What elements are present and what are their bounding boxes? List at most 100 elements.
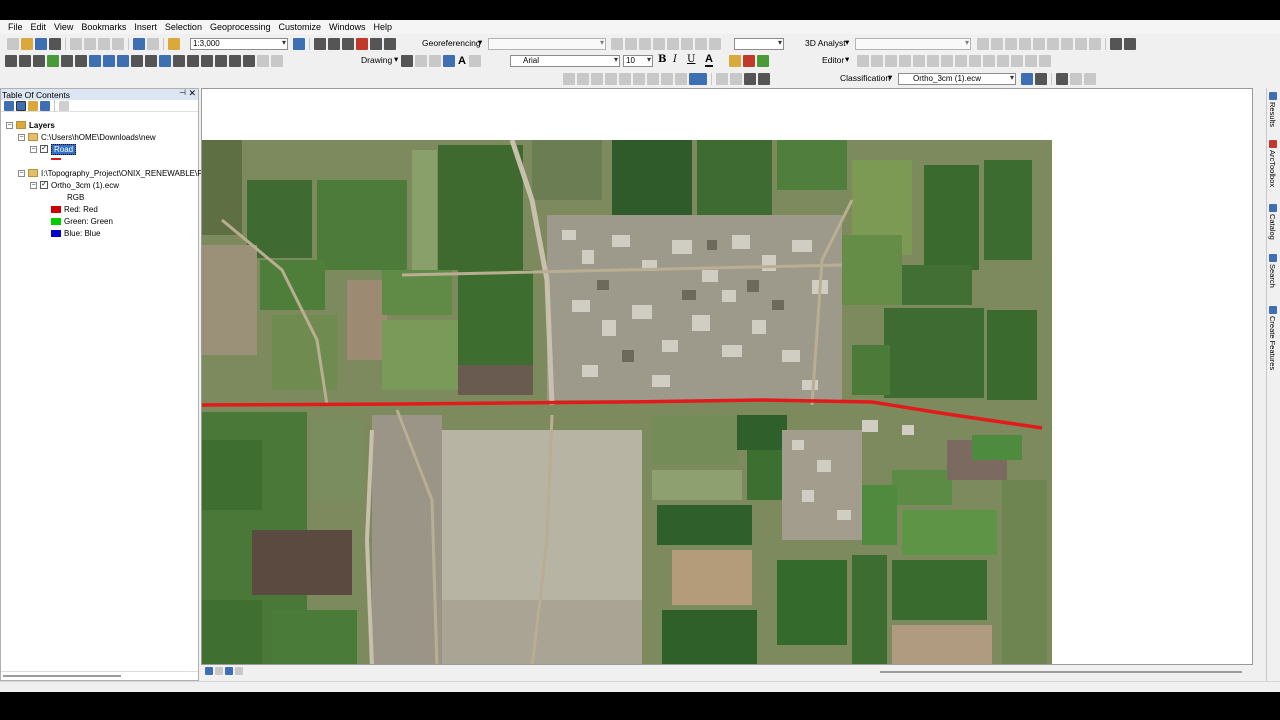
- contour-icon[interactable]: [1033, 38, 1045, 50]
- georeferencing-menu[interactable]: Georeferencing: [422, 38, 481, 48]
- red-band-swatch[interactable]: [51, 205, 61, 213]
- 3d-analyst-dropdown-icon[interactable]: ▾: [845, 37, 849, 48]
- collapse-icon[interactable]: −: [6, 121, 13, 129]
- sketch-properties-icon[interactable]: [1025, 55, 1037, 67]
- menu-customize[interactable]: Customize: [275, 22, 326, 32]
- menu-insert[interactable]: Insert: [130, 22, 161, 32]
- clear-selection-icon[interactable]: [131, 55, 143, 67]
- menu-geoprocessing[interactable]: Geoprocessing: [206, 22, 275, 32]
- select-elements-arrow-icon[interactable]: [145, 55, 157, 67]
- distribute-vertically-icon[interactable]: [661, 73, 673, 85]
- marker-color-icon[interactable]: [757, 55, 769, 67]
- layout-view-icon[interactable]: [215, 667, 223, 675]
- add-data-icon[interactable]: [168, 38, 180, 50]
- edit-vertices-tool-icon[interactable]: [941, 55, 953, 67]
- select-elements-icon[interactable]: [401, 55, 413, 67]
- editor-menu[interactable]: Editor: [822, 55, 844, 65]
- pause-drawing-icon[interactable]: [235, 667, 243, 675]
- list-by-selection-icon[interactable]: [40, 100, 50, 111]
- straight-segment-icon[interactable]: [885, 55, 897, 67]
- menu-file[interactable]: File: [4, 22, 27, 32]
- green-band-swatch[interactable]: [51, 217, 61, 225]
- collapse-icon[interactable]: −: [30, 181, 37, 189]
- menu-edit[interactable]: Edit: [27, 22, 51, 32]
- source-folder-row-2[interactable]: − I:\Topography_Project\ONIX_RENEWABLE\P: [18, 167, 203, 179]
- profile-icon[interactable]: [1089, 38, 1101, 50]
- collapse-icon[interactable]: −: [18, 169, 25, 177]
- model-builder-icon[interactable]: [384, 38, 396, 50]
- steepest-path-icon[interactable]: [1005, 38, 1017, 50]
- delete-icon[interactable]: [112, 38, 124, 50]
- cut-polygons-icon[interactable]: [969, 55, 981, 67]
- polygon-icon[interactable]: [1061, 38, 1073, 50]
- print-icon[interactable]: [49, 38, 61, 50]
- layers-dataframe-row[interactable]: − Layers: [6, 119, 55, 131]
- new-document-icon[interactable]: [7, 38, 19, 50]
- catalog-window-icon[interactable]: [328, 38, 340, 50]
- search-window-icon[interactable]: [342, 38, 354, 50]
- arctoolbox-icon[interactable]: [356, 38, 368, 50]
- copy-icon[interactable]: [84, 38, 96, 50]
- arcglobe-icon[interactable]: [1124, 38, 1136, 50]
- create-viewer-icon[interactable]: [271, 55, 283, 67]
- send-to-back-icon[interactable]: [758, 73, 770, 85]
- make-same-size-icon[interactable]: [675, 73, 687, 85]
- list-by-visibility-icon[interactable]: [28, 100, 38, 111]
- catalog-tab[interactable]: Catalog: [1268, 204, 1277, 240]
- menu-windows[interactable]: Windows: [325, 22, 370, 32]
- group-icon[interactable]: [716, 73, 728, 85]
- trace-icon[interactable]: [913, 55, 925, 67]
- fixed-zoom-out-icon[interactable]: [75, 55, 87, 67]
- georeferencing-layer-combo[interactable]: [488, 38, 606, 50]
- reshape-icon[interactable]: [955, 55, 967, 67]
- map-horizontal-scrollbar[interactable]: [880, 671, 1242, 673]
- go-to-xy-icon[interactable]: [229, 55, 241, 67]
- align-left-icon[interactable]: [563, 73, 575, 85]
- multipatch-icon[interactable]: [1075, 38, 1087, 50]
- undo-icon[interactable]: [133, 38, 145, 50]
- edit-annotation-icon[interactable]: [871, 55, 883, 67]
- shift-icon[interactable]: [625, 38, 637, 50]
- point-tool-icon[interactable]: [927, 55, 939, 67]
- viewer-icon[interactable]: [681, 38, 693, 50]
- raster-layer-combo[interactable]: Ortho_3cm (1).ecw: [898, 73, 1016, 85]
- font-size-combo[interactable]: 10: [623, 55, 653, 67]
- time-slider-icon[interactable]: [257, 55, 269, 67]
- zoom-to-elements-icon[interactable]: [429, 55, 441, 67]
- georeferencing-dropdown-icon[interactable]: ▾: [478, 37, 482, 48]
- go-forward-arrow-icon[interactable]: [103, 55, 115, 67]
- open-folder-icon[interactable]: [21, 38, 33, 50]
- collapse-icon[interactable]: −: [18, 133, 25, 141]
- drawing-menu[interactable]: Drawing: [361, 55, 392, 65]
- cut-icon[interactable]: [70, 38, 82, 50]
- auto-registration-icon[interactable]: [695, 38, 707, 50]
- fixed-zoom-in-icon[interactable]: [61, 55, 73, 67]
- add-control-points-icon[interactable]: [653, 38, 665, 50]
- raster-visibility-checkbox[interactable]: ✓: [40, 181, 48, 189]
- blue-band-swatch[interactable]: [51, 229, 61, 237]
- pin-icon[interactable]: ⊣: [179, 88, 186, 97]
- drawing-dropdown-icon[interactable]: ▾: [394, 54, 398, 65]
- zoom-to-layer-icon[interactable]: [709, 38, 721, 50]
- profile-graph-icon[interactable]: [991, 38, 1003, 50]
- align-middle-icon[interactable]: [619, 73, 631, 85]
- align-right-icon[interactable]: [591, 73, 603, 85]
- find-binoculars-icon[interactable]: [201, 55, 213, 67]
- road-line-symbol[interactable]: [51, 158, 61, 160]
- interpolate-line-icon[interactable]: [977, 38, 989, 50]
- scale-icon[interactable]: [639, 38, 651, 50]
- 3d-analyst-menu[interactable]: 3D Analyst: [805, 38, 846, 48]
- raster-layer-row[interactable]: − ✓ Ortho_3cm (1).ecw: [30, 179, 119, 191]
- align-top-icon[interactable]: [605, 73, 617, 85]
- raster-layer-label[interactable]: Ortho_3cm (1).ecw: [51, 181, 119, 190]
- classification-dropdown-icon[interactable]: ▾: [888, 72, 892, 83]
- hyperlink-icon[interactable]: [173, 55, 185, 67]
- bold-button[interactable]: B: [658, 54, 666, 65]
- search-tab[interactable]: Search: [1268, 254, 1277, 288]
- identify-info-icon[interactable]: [159, 55, 171, 67]
- text-tool-icon[interactable]: A: [458, 55, 466, 67]
- rectangle-tool-icon[interactable]: [443, 55, 455, 67]
- save-icon[interactable]: [35, 38, 47, 50]
- fill-swatch-icon[interactable]: [689, 73, 707, 85]
- create-features-icon[interactable]: [1039, 55, 1051, 67]
